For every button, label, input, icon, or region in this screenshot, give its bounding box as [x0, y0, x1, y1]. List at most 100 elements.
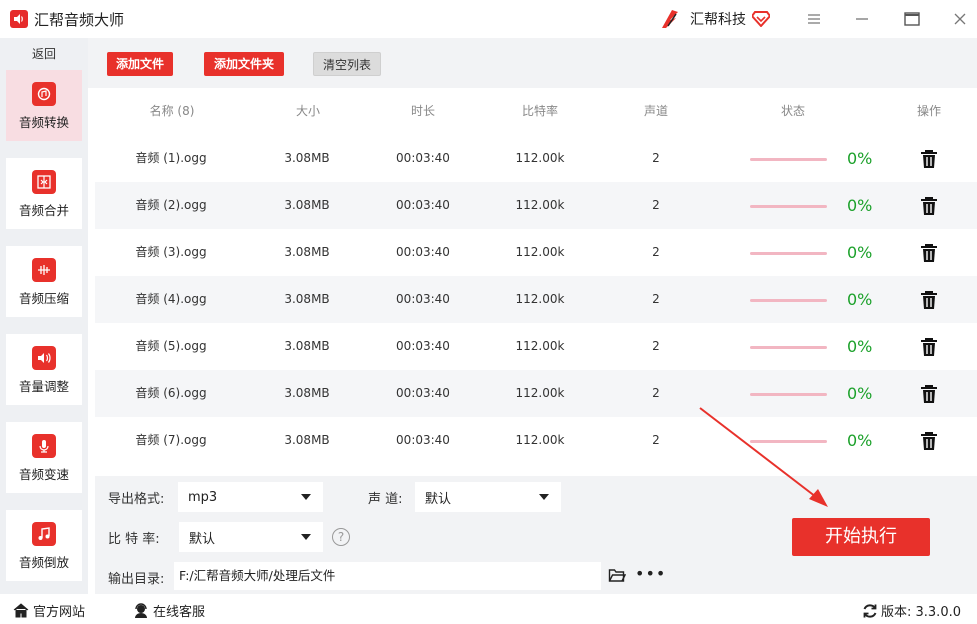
table-row[interactable]: 音频 (2).ogg 3.08MB 00:03:40 112.00k 2 0%	[95, 182, 977, 229]
cell-name: 音频 (1).ogg	[135, 151, 207, 165]
chevron-down-icon	[301, 494, 311, 500]
header-duration: 时长	[410, 104, 436, 118]
folder-open-icon[interactable]	[608, 566, 626, 584]
table-row[interactable]: 音频 (4).ogg 3.08MB 00:03:40 112.00k 2 0%	[95, 276, 977, 323]
format-value: mp3	[188, 489, 218, 505]
add-file-button[interactable]: 添加文件	[107, 52, 173, 76]
progress-percent: 0%	[847, 384, 873, 403]
version-info[interactable]: 版本: 3.3.0.0	[862, 601, 961, 620]
vip-diamond-icon[interactable]	[752, 11, 770, 27]
table-row[interactable]: 音频 (3).ogg 3.08MB 00:03:40 112.00k 2 0%	[95, 229, 977, 276]
close-icon[interactable]	[950, 9, 970, 29]
table-row[interactable]: 音频 (5).ogg 3.08MB 00:03:40 112.00k 2 0%	[95, 323, 977, 370]
minimize-icon[interactable]	[852, 9, 872, 29]
trash-icon[interactable]	[920, 337, 938, 357]
microphone-icon	[32, 434, 56, 458]
sidebar-item-audio-reverse[interactable]: 音频倒放	[6, 510, 82, 581]
support-label: 在线客服	[153, 605, 206, 620]
cell-channels: 2	[652, 386, 660, 400]
add-folder-button[interactable]: 添加文件夹	[204, 52, 284, 76]
maximize-icon[interactable]	[902, 9, 922, 29]
sidebar-item-label: 音频倒放	[18, 555, 69, 570]
trash-icon[interactable]	[920, 384, 938, 404]
cell-name: 音频 (7).ogg	[135, 433, 207, 447]
header-status: 状态	[780, 104, 806, 118]
cell-duration: 00:03:40	[396, 245, 450, 259]
cell-channels: 2	[652, 339, 660, 353]
music-note-icon	[32, 522, 56, 546]
progress-percent: 0%	[847, 290, 873, 309]
sidebar-item-volume[interactable]: 音量调整	[6, 334, 82, 405]
cell-channels: 2	[652, 245, 660, 259]
chevron-down-icon	[539, 494, 549, 500]
cell-duration: 00:03:40	[396, 433, 450, 447]
progress-percent: 0%	[847, 337, 873, 356]
support-link[interactable]: 在线客服	[133, 601, 205, 620]
table-row[interactable]: 音频 (1).ogg 3.08MB 00:03:40 112.00k 2 0%	[95, 135, 977, 182]
audio-compress-icon	[32, 258, 56, 282]
cell-name: 音频 (6).ogg	[135, 386, 207, 400]
clear-list-button[interactable]: 清空列表	[313, 52, 381, 76]
menu-icon[interactable]	[804, 9, 824, 29]
volume-icon	[32, 346, 56, 370]
progress-bar	[750, 158, 827, 161]
website-label: 官方网站	[33, 605, 86, 620]
toolbar: 添加文件 添加文件夹 清空列表	[88, 38, 977, 88]
progress-bar	[750, 440, 827, 443]
sidebar-item-audio-speed[interactable]: 音频变速	[6, 422, 82, 493]
table-row[interactable]: 音频 (7).ogg 3.08MB 00:03:40 112.00k 2 0%	[95, 417, 977, 464]
header-action: 操作	[916, 104, 942, 118]
cell-name: 音频 (3).ogg	[135, 245, 207, 259]
refresh-icon	[863, 603, 877, 618]
sidebar-item-label: 音频压缩	[18, 291, 69, 306]
header-bitrate: 比特率	[521, 104, 559, 118]
cell-size: 3.08MB	[284, 386, 330, 400]
trash-icon[interactable]	[920, 431, 938, 451]
progress-bar	[750, 346, 827, 349]
progress-percent: 0%	[847, 431, 873, 450]
version-label: 版本: 3.3.0.0	[881, 605, 961, 620]
cell-bitrate: 112.00k	[515, 151, 565, 165]
cell-size: 3.08MB	[284, 245, 330, 259]
trash-icon[interactable]	[920, 243, 938, 263]
cell-bitrate: 112.00k	[515, 433, 565, 447]
table-row[interactable]: 音频 (6).ogg 3.08MB 00:03:40 112.00k 2 0%	[95, 370, 977, 417]
sidebar-item-label: 音频变速	[18, 467, 69, 482]
cell-duration: 00:03:40	[396, 292, 450, 306]
chevron-down-icon	[301, 534, 311, 540]
cell-size: 3.08MB	[284, 151, 330, 165]
cell-bitrate: 112.00k	[515, 245, 565, 259]
cell-duration: 00:03:40	[396, 198, 450, 212]
channel-select[interactable]: 默认	[415, 482, 561, 512]
brand: 汇帮科技	[658, 8, 770, 30]
trash-icon[interactable]	[920, 196, 938, 216]
trash-icon[interactable]	[920, 290, 938, 310]
header-channels: 声道	[643, 104, 669, 118]
format-select[interactable]: mp3	[178, 482, 323, 512]
sidebar: 返回 音频转换 音频合并 音频压缩 音量调整 音频变速 音频倒放	[0, 38, 88, 594]
bitrate-select[interactable]: 默认	[179, 522, 323, 552]
progress-percent: 0%	[847, 243, 873, 262]
help-icon[interactable]: ?	[332, 528, 350, 546]
website-link[interactable]: 官方网站	[13, 601, 85, 620]
cell-bitrate: 112.00k	[515, 292, 565, 306]
app-logo-icon	[10, 10, 28, 28]
sidebar-item-audio-compress[interactable]: 音频压缩	[6, 246, 82, 317]
cell-channels: 2	[652, 433, 660, 447]
back-button[interactable]: 返回	[6, 42, 82, 66]
cell-bitrate: 112.00k	[515, 198, 565, 212]
cell-size: 3.08MB	[284, 433, 330, 447]
trash-icon[interactable]	[920, 149, 938, 169]
sidebar-item-audio-merge[interactable]: 音频合并	[6, 158, 82, 229]
output-dir-field[interactable]: F:/汇帮音频大师/处理后文件	[174, 562, 601, 590]
customer-service-icon	[135, 602, 147, 618]
sidebar-item-audio-convert[interactable]: 音频转换	[6, 70, 82, 141]
status-bar: 官方网站 在线客服 版本: 3.3.0.0	[0, 596, 977, 624]
start-button[interactable]: 开始执行	[792, 518, 930, 556]
more-icon[interactable]: •••	[635, 564, 666, 583]
progress-bar	[750, 299, 827, 302]
progress-bar	[750, 252, 827, 255]
header-name: 名称 (8)	[149, 104, 195, 118]
format-label: 导出格式:	[108, 492, 165, 507]
audio-convert-icon	[32, 82, 56, 106]
